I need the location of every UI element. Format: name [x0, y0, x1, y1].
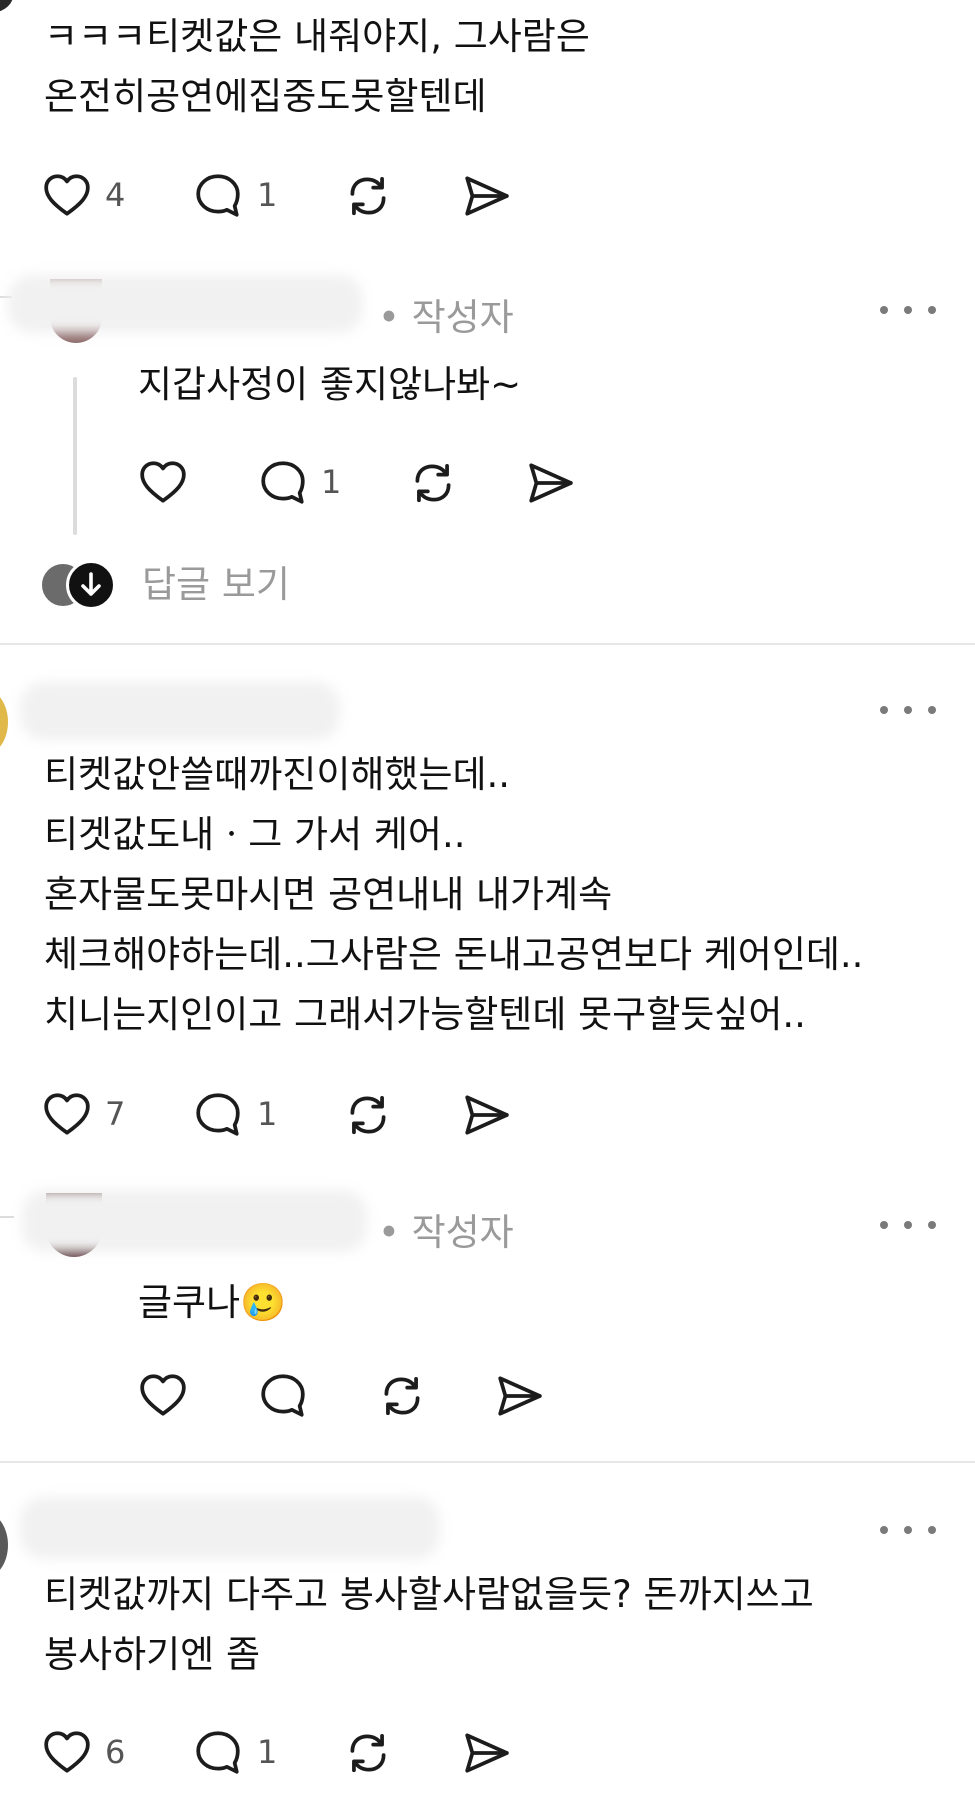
- comment-bubble-icon: [193, 1728, 243, 1778]
- post-text-line: 봉사하기엔 좀: [44, 1633, 261, 1676]
- redacted-username: [22, 1190, 367, 1252]
- reply-count: 1: [257, 176, 278, 214]
- post-text-line: 혼자물도못마시면 공연내내 내가계속: [44, 873, 613, 916]
- avatar[interactable]: [0, 690, 8, 754]
- divider: [0, 643, 975, 645]
- post-text-line: 치니는지인이고 그래서가능할텐데 못구할듯싶어..: [44, 993, 806, 1036]
- arrow-down-icon: [81, 572, 101, 596]
- heart-icon: [42, 1090, 92, 1140]
- reply-text: 지갑사정이 좋지않나봐~: [138, 363, 522, 406]
- comment-bubble-icon: [193, 171, 243, 221]
- post-text-line: 티켓값까지 다주고 봉사할사람없을듯? 돈까지쓰고: [44, 1573, 814, 1616]
- comment-bubble-icon[interactable]: [258, 1371, 308, 1421]
- send-icon[interactable]: [526, 458, 576, 508]
- connector-line: [0, 1216, 14, 1218]
- repost-icon[interactable]: [343, 171, 393, 221]
- post-text-line: 티겟값도내ㆍ그 가서 케어..: [44, 813, 466, 856]
- heart-icon[interactable]: [138, 458, 188, 508]
- repost-icon[interactable]: [377, 1371, 427, 1421]
- more-options-button[interactable]: [880, 296, 936, 324]
- repost-icon[interactable]: [343, 1728, 393, 1778]
- heart-icon: [42, 171, 92, 221]
- like-button[interactable]: 6: [42, 1728, 132, 1780]
- thread-line: [73, 377, 77, 535]
- like-button[interactable]: 4: [42, 171, 132, 223]
- redacted-username: [8, 275, 363, 333]
- smiling-tear-emoji: 🥲: [240, 1281, 287, 1324]
- send-icon[interactable]: [462, 1728, 512, 1778]
- like-button[interactable]: 7: [42, 1090, 132, 1142]
- reply-count: 1: [257, 1733, 278, 1771]
- like-count: 6: [105, 1733, 126, 1771]
- reply-text-body: 글쿠나: [138, 1281, 241, 1324]
- comment-bubble-icon: [193, 1090, 243, 1140]
- reply-button[interactable]: 1: [258, 458, 348, 510]
- divider: [0, 1461, 975, 1463]
- author-badge: • 작성자: [378, 1211, 514, 1254]
- heart-icon: [42, 1728, 92, 1778]
- post-text-line: ㅋㅋㅋ티켓값은 내줘야지, 그사람은: [44, 15, 590, 58]
- reply-count: 1: [321, 463, 342, 501]
- like-count: 4: [105, 176, 126, 214]
- avatar[interactable]: [0, 1513, 8, 1577]
- view-replies-label[interactable]: 답글 보기: [142, 560, 290, 610]
- more-options-button[interactable]: [880, 1211, 936, 1239]
- reply-button[interactable]: 1: [193, 1728, 283, 1780]
- repost-icon[interactable]: [408, 458, 458, 508]
- reply-count: 1: [257, 1095, 278, 1133]
- post-text-line: 온전히공연에집중도못할텐데: [44, 75, 487, 118]
- heart-icon[interactable]: [138, 1371, 188, 1421]
- author-badge: • 작성자: [378, 296, 514, 339]
- reply-button[interactable]: 1: [193, 1090, 283, 1142]
- send-icon[interactable]: [462, 1090, 512, 1140]
- send-icon[interactable]: [462, 171, 512, 221]
- reply-button[interactable]: 1: [193, 171, 283, 223]
- comment-bubble-icon: [258, 458, 308, 508]
- more-options-button[interactable]: [880, 1516, 936, 1544]
- redacted-username: [20, 1497, 440, 1559]
- repost-icon[interactable]: [343, 1090, 393, 1140]
- post-text-line: 체크해야하는데..그사람은 돈내고공연보다 케어인데..: [44, 933, 864, 976]
- post-text-line: 티켓값안쓸때까진이해했는데..: [44, 753, 511, 796]
- avatar[interactable]: [0, 0, 14, 12]
- like-count: 7: [105, 1095, 126, 1133]
- more-options-button[interactable]: [880, 696, 936, 724]
- redacted-username: [20, 682, 340, 740]
- reply-text: 글쿠나🥲: [138, 1273, 286, 1333]
- send-icon[interactable]: [495, 1371, 545, 1421]
- view-replies-button[interactable]: [66, 560, 116, 610]
